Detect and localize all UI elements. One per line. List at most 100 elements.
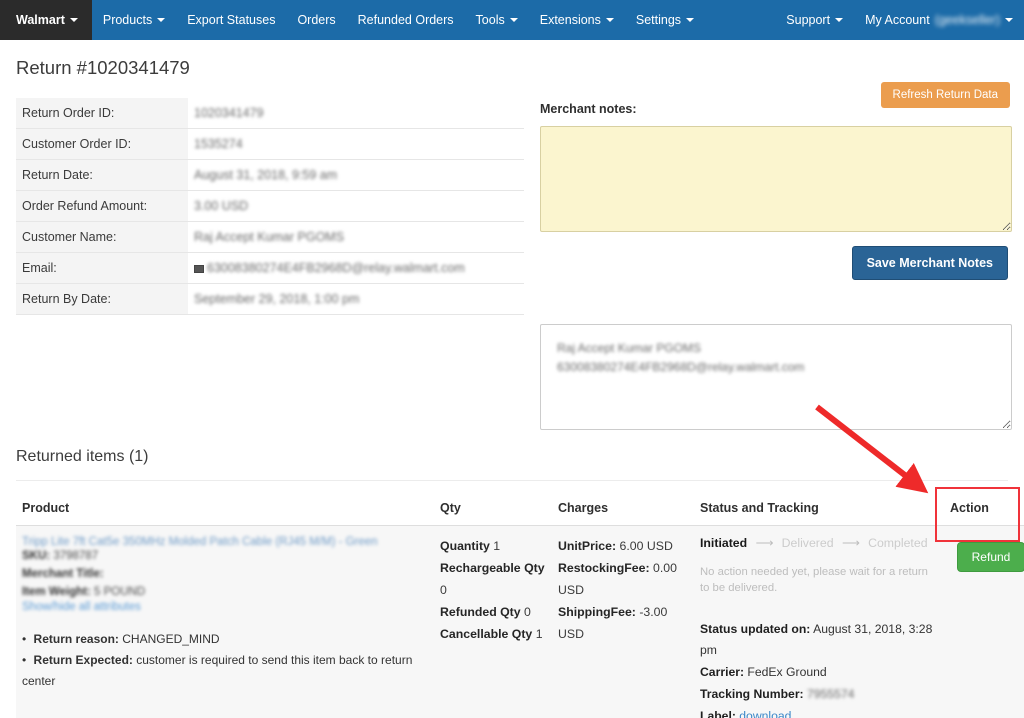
customer-email-text: 63008380274E4FB2968D@relay.walmart.com xyxy=(557,360,805,375)
nav-item-support[interactable]: Support xyxy=(775,0,854,40)
column-header-status-tracking: Status and Tracking xyxy=(694,493,944,526)
tracking-line-tracking-number: Tracking Number: 7955574 xyxy=(700,684,938,706)
detail-value: 1535274 xyxy=(194,137,243,151)
email-icon xyxy=(194,265,204,273)
tracking-line-label: Label: download xyxy=(700,706,938,718)
arrow-right-icon: ⟶ xyxy=(842,536,860,550)
product-merchant-title: Merchant Title: xyxy=(22,566,428,584)
product-merchant-title-label: Merchant Title: xyxy=(22,567,104,580)
download-label-link[interactable]: download xyxy=(739,709,791,718)
nav-item-orders[interactable]: Orders xyxy=(286,0,346,40)
nav-item-label: Orders xyxy=(297,13,336,27)
column-header-qty: Qty xyxy=(434,493,552,526)
status-hint-text: No action needed yet, please wait for a … xyxy=(700,566,928,595)
qty-value: 1 xyxy=(535,626,543,641)
product-name-link[interactable]: Tripp Lite 7ft Cat5e 350MHz Molded Patch… xyxy=(22,536,428,548)
detail-value: 1020341479 xyxy=(194,106,264,120)
charge-line: RestockingFee: 0.00 USD xyxy=(558,558,688,602)
top-navigation-bar: Walmart Products Export Statuses Orders … xyxy=(0,0,1024,40)
show-hide-attributes-link[interactable]: Show/hide all attributes xyxy=(22,601,428,613)
action-cell-inner: Refund xyxy=(950,536,1024,572)
qty-value: 0 xyxy=(440,582,447,597)
return-reason-list: • Return reason: CHANGED_MIND • Return E… xyxy=(22,629,428,692)
save-merchant-notes-button[interactable]: Save Merchant Notes xyxy=(851,246,1008,280)
qty-cell: Quantity 1 Rechargeable Qty 0 Refunded Q… xyxy=(434,525,552,718)
tracking-line-carrier: Carrier: FedEx Ground xyxy=(700,662,938,684)
nav-item-my-account[interactable]: My Account (geekseller) xyxy=(854,0,1024,40)
nav-item-label: Refunded Orders xyxy=(357,13,454,27)
returned-items-section: Returned items (1) Product Qty Charges S… xyxy=(0,448,1024,718)
product-item-weight-label: Item Weight: xyxy=(22,585,91,598)
charge-value: 6.00 USD xyxy=(619,539,673,553)
customer-contact-readonly-box: Raj Accept Kumar PGOMS 63008380274E4FB29… xyxy=(540,324,1012,430)
status-step-completed: Completed xyxy=(868,536,928,550)
table-row: Customer Name: Raj Accept Kumar PGOMS xyxy=(16,221,524,253)
qty-label: Cancellable Qty xyxy=(440,626,533,641)
status-flow: Initiated ⟶ Delivered ⟶ Completed xyxy=(700,536,938,550)
chevron-down-icon xyxy=(835,18,844,22)
tracking-label: Carrier: xyxy=(700,665,745,680)
charge-label: UnitPrice: xyxy=(558,539,617,553)
table-row: Return By Date: September 29, 2018, 1:00… xyxy=(16,283,524,315)
column-header-product: Product xyxy=(16,493,434,526)
table-row: Customer Order ID: 1535274 xyxy=(16,128,524,160)
arrow-right-icon: ⟶ xyxy=(755,536,774,550)
nav-item-label: Products xyxy=(102,13,153,27)
detail-label: Order Refund Amount: xyxy=(16,190,188,222)
nav-item-products[interactable]: Products xyxy=(92,0,176,40)
nav-item-extensions[interactable]: Extensions xyxy=(529,0,625,40)
charge-line: ShippingFee: -3.00 USD xyxy=(558,602,688,646)
column-header-action: Action xyxy=(944,493,1024,526)
product-item-weight-value: 5 POUND xyxy=(94,585,146,598)
qty-label: Quantity xyxy=(440,539,490,553)
detail-value-cell: 1020341479 xyxy=(188,98,524,129)
detail-label: Customer Name: xyxy=(16,221,188,253)
qty-line: Rechargeable Qty 0 xyxy=(440,558,546,602)
detail-value: 63008380274E4FB2968D@relay.walmart.com xyxy=(207,261,465,275)
nav-item-label: Export Statuses xyxy=(187,13,276,27)
detail-label: Return Order ID: xyxy=(16,98,188,129)
page-header: Return #1020341479 Refresh Return Data xyxy=(0,40,1024,108)
refresh-return-data-button[interactable]: Refresh Return Data xyxy=(880,82,1010,108)
nav-item-refunded-orders[interactable]: Refunded Orders xyxy=(347,0,465,40)
qty-label: Rechargeable Qty xyxy=(440,560,545,575)
status-tracking-cell: Initiated ⟶ Delivered ⟶ Completed No act… xyxy=(694,525,944,718)
nav-item-tools[interactable]: Tools xyxy=(465,0,529,40)
returned-items-body: Tripp Lite 7ft Cat5e 350MHz Molded Patch… xyxy=(16,525,1024,718)
tracking-label: Tracking Number: xyxy=(700,686,804,701)
product-sku-value: 3798787 xyxy=(53,550,99,562)
detail-value-cell: September 29, 2018, 1:00 pm xyxy=(188,284,524,315)
qty-label: Refunded Qty xyxy=(440,604,521,619)
return-details-column: Return Order ID: 1020341479 Customer Ord… xyxy=(16,88,524,430)
refund-button[interactable]: Refund xyxy=(956,542,1024,572)
chevron-down-icon xyxy=(69,18,78,22)
nav-item-settings[interactable]: Settings xyxy=(625,0,705,40)
customer-name-text: Raj Accept Kumar PGOMS xyxy=(557,341,702,355)
nav-brand-walmart[interactable]: Walmart xyxy=(0,0,92,40)
page-root: Walmart Products Export Statuses Orders … xyxy=(0,0,1024,718)
qty-line: Cancellable Qty 1 xyxy=(440,624,546,646)
nav-item-export-statuses[interactable]: Export Statuses xyxy=(176,0,286,40)
tracking-value: FedEx Ground xyxy=(747,665,827,680)
table-row: Order Refund Amount: 3.00 USD xyxy=(16,190,524,222)
column-header-charges: Charges xyxy=(552,493,694,526)
detail-value-cell: August 31, 2018, 9:59 am xyxy=(188,160,524,191)
table-row: Email: 63008380274E4FB2968D@relay.walmar… xyxy=(16,252,524,284)
tracking-number-value: 7955574 xyxy=(807,686,855,701)
bullet-icon: • xyxy=(22,632,27,647)
nav-secondary-items: Support My Account (geekseller) xyxy=(775,0,1024,40)
detail-value: Raj Accept Kumar PGOMS xyxy=(194,230,345,244)
detail-value: 3.00 USD xyxy=(194,199,249,213)
chevron-down-icon xyxy=(1005,18,1013,22)
detail-value-cell: 3.00 USD xyxy=(188,191,524,222)
return-reason-label: Return reason: xyxy=(33,632,119,647)
return-expected-label: Return Expected: xyxy=(33,653,133,668)
merchant-notes-input[interactable] xyxy=(540,126,1012,232)
nav-item-label: Settings xyxy=(635,13,682,27)
chevron-down-icon xyxy=(157,18,166,22)
charge-line: UnitPrice: 6.00 USD xyxy=(558,536,688,558)
charge-label: RestockingFee: xyxy=(558,560,650,575)
tracking-label: Label: xyxy=(700,708,736,718)
qty-value: 0 xyxy=(524,604,531,619)
table-row: Return Order ID: 1020341479 xyxy=(16,98,524,129)
